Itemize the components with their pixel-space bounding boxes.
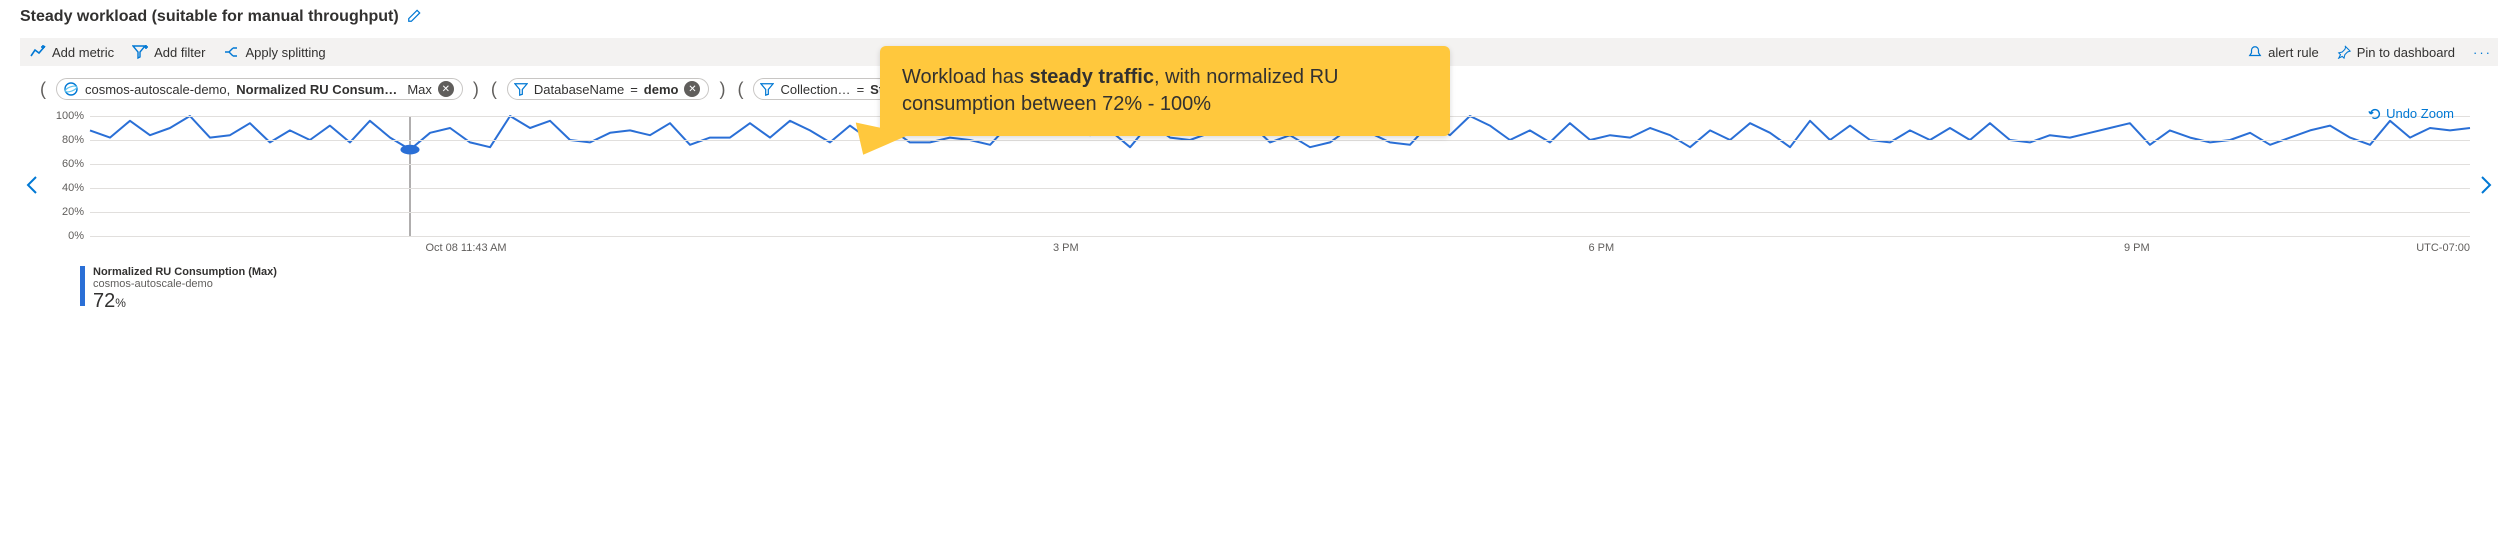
y-tick: 40% bbox=[62, 182, 84, 194]
legend-value: 72 bbox=[93, 290, 115, 312]
line-chart-icon bbox=[30, 44, 46, 60]
apply-splitting-label: Apply splitting bbox=[245, 45, 325, 60]
pin-dashboard-label: Pin to dashboard bbox=[2357, 45, 2455, 60]
filter-db-val: demo bbox=[644, 82, 679, 97]
grid-line bbox=[90, 164, 2470, 165]
legend-subtitle: cosmos-autoscale-demo bbox=[93, 278, 277, 290]
grid-line bbox=[90, 188, 2470, 189]
legend-color-bar bbox=[80, 266, 85, 306]
metric-pill-resource: cosmos-autoscale-demo, bbox=[85, 82, 230, 97]
y-axis: 100%80%60%40%20%0% bbox=[44, 116, 88, 236]
pin-dashboard-button[interactable]: Pin to dashboard bbox=[2337, 45, 2455, 60]
legend-title: Normalized RU Consumption (Max) bbox=[93, 266, 277, 278]
y-tick: 80% bbox=[62, 134, 84, 146]
next-chart-button[interactable] bbox=[2474, 110, 2498, 260]
add-filter-button[interactable]: Add filter bbox=[132, 44, 205, 60]
chart-legend: Normalized RU Consumption (Max) cosmos-a… bbox=[80, 266, 2498, 313]
paren-open-3: ( bbox=[737, 79, 743, 100]
y-tick: 100% bbox=[56, 110, 84, 122]
funnel-icon bbox=[514, 82, 528, 96]
filter-db-key: DatabaseName bbox=[534, 82, 624, 97]
metric-pill-close-icon[interactable]: ✕ bbox=[438, 81, 454, 97]
filter-coll-key: Collection… bbox=[780, 82, 850, 97]
prev-chart-button[interactable] bbox=[20, 110, 44, 260]
split-icon bbox=[223, 44, 239, 60]
filter-db-close-icon[interactable]: ✕ bbox=[684, 81, 700, 97]
metric-pill[interactable]: cosmos-autoscale-demo, Normalized RU Con… bbox=[56, 78, 463, 100]
metric-pill-metric: Normalized RU Consum… bbox=[236, 82, 397, 97]
callout-pre: Workload has bbox=[902, 66, 1029, 88]
edit-title-icon[interactable] bbox=[407, 9, 421, 26]
paren-open: ( bbox=[40, 79, 46, 100]
annotation-callout: Workload has steady traffic, with normal… bbox=[880, 46, 1450, 136]
apply-splitting-button[interactable]: Apply splitting bbox=[223, 44, 325, 60]
add-metric-button[interactable]: Add metric bbox=[30, 44, 114, 60]
undo-zoom-label: Undo Zoom bbox=[2386, 106, 2454, 121]
paren-close-2: ) bbox=[719, 79, 725, 100]
add-metric-label: Add metric bbox=[52, 45, 114, 60]
cursor-dot bbox=[400, 145, 419, 155]
x-tick: Oct 08 11:43 AM bbox=[425, 242, 506, 254]
metric-pill-agg: Max bbox=[407, 82, 432, 97]
x-timezone: UTC-07:00 bbox=[2416, 242, 2470, 254]
add-filter-label: Add filter bbox=[154, 45, 205, 60]
alert-rule-label: alert rule bbox=[2268, 45, 2319, 60]
bell-icon bbox=[2248, 45, 2262, 59]
filter-db-op: = bbox=[630, 82, 638, 97]
cosmos-icon bbox=[63, 81, 79, 97]
more-button[interactable]: ··· bbox=[2473, 45, 2492, 60]
x-axis: UTC-07:00 Oct 08 11:43 AM 3 PM 6 PM 9 PM bbox=[90, 240, 2470, 260]
page-title: Steady workload (suitable for manual thr… bbox=[20, 8, 399, 26]
funnel-icon bbox=[760, 82, 774, 96]
pin-icon bbox=[2337, 45, 2351, 59]
filter-plus-icon bbox=[132, 44, 148, 60]
y-tick: 60% bbox=[62, 158, 84, 170]
undo-zoom-button[interactable]: Undo Zoom bbox=[2368, 106, 2454, 121]
filter-coll-op: = bbox=[857, 82, 865, 97]
paren-close: ) bbox=[473, 79, 479, 100]
y-tick: 0% bbox=[68, 230, 84, 242]
x-tick: 9 PM bbox=[2124, 242, 2150, 254]
grid-line bbox=[90, 140, 2470, 141]
legend-unit: % bbox=[115, 296, 126, 310]
paren-open-2: ( bbox=[491, 79, 497, 100]
grid-line bbox=[90, 212, 2470, 213]
filter-pill-database[interactable]: DatabaseName = demo ✕ bbox=[507, 78, 710, 100]
new-alert-rule-button[interactable]: alert rule bbox=[2248, 45, 2319, 60]
grid-line bbox=[90, 236, 2470, 237]
y-tick: 20% bbox=[62, 206, 84, 218]
x-tick: 3 PM bbox=[1053, 242, 1079, 254]
callout-bold: steady traffic bbox=[1029, 66, 1154, 88]
x-tick: 6 PM bbox=[1588, 242, 1614, 254]
